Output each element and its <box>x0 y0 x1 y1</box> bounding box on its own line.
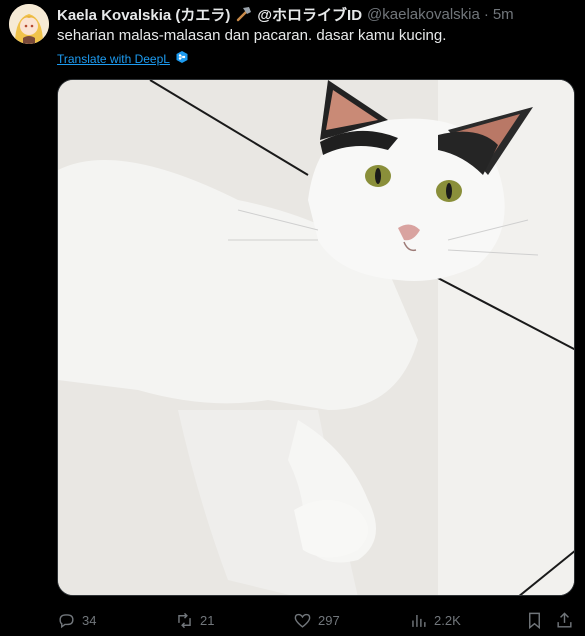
display-name[interactable]: Kaela Kovalskia (カエラ) <box>57 4 230 25</box>
retweet-button[interactable]: 21 <box>175 608 214 632</box>
bookmark-icon <box>529 612 540 629</box>
hammer-icon <box>235 6 253 22</box>
avatar[interactable] <box>9 4 49 44</box>
translate-link[interactable]: Translate with DeepL <box>57 50 189 67</box>
affiliation-label: @ホロライブID <box>257 6 363 24</box>
analytics-icon <box>412 614 426 627</box>
bookmark-button[interactable] <box>525 608 544 632</box>
separator-dot: · <box>483 5 489 23</box>
cat-photo <box>58 80 574 595</box>
like-count: 297 <box>318 612 340 628</box>
share-icon <box>557 611 572 628</box>
tweet-header: Kaela Kovalskia (カエラ) @ホロライブID @kaelakov… <box>57 4 575 24</box>
username[interactable]: @kaelakovalskia <box>367 6 480 23</box>
heart-icon <box>294 613 311 628</box>
view-count: 2.2K <box>434 612 461 628</box>
reply-button[interactable]: 34 <box>57 608 96 632</box>
views-button[interactable]: 2.2K <box>409 608 461 632</box>
action-bar: 34 21 297 2.2K <box>57 608 577 632</box>
share-button[interactable] <box>555 608 574 632</box>
retweet-icon <box>178 612 191 628</box>
reply-icon <box>59 613 74 628</box>
translate-label[interactable]: Translate with DeepL <box>57 52 170 66</box>
retweet-count: 21 <box>200 612 215 628</box>
reply-count: 34 <box>82 612 97 628</box>
like-button[interactable]: 297 <box>293 608 340 632</box>
tweet-media-photo[interactable] <box>57 79 575 596</box>
timestamp[interactable]: 5m <box>493 6 514 23</box>
tweet-text: seharian malas-malasan dan pacaran. dasa… <box>57 27 447 44</box>
deepl-icon <box>175 50 189 67</box>
